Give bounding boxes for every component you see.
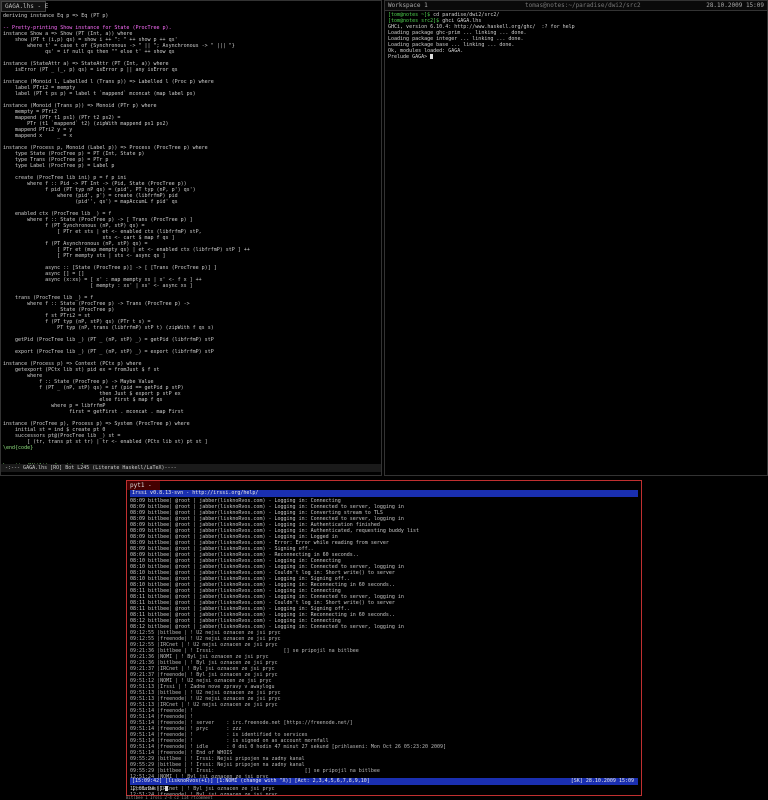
irssi-title[interactable]: pyt1 - <box>127 481 160 490</box>
terminal-output[interactable]: [tom@notes ~]$ cd paradise/dwi2/src2/[to… <box>388 12 764 60</box>
terminal-text: Prelude GAGA> <box>388 54 431 60</box>
code-editor[interactable]: deriving instance Eq p => Eq (PT p) -- P… <box>3 13 379 469</box>
workspace-label[interactable]: Workspace 1 <box>388 2 428 9</box>
terminal-cursor <box>430 54 434 59</box>
emacs-title[interactable]: GAGA.lhs - E <box>1 1 48 12</box>
terminal-line: Prelude GAGA> <box>388 54 764 60</box>
statusbar-right: [SK] 28.10.2009 15:09 <box>570 778 634 784</box>
code-line: \begin{code} <box>3 475 379 476</box>
clock: 28.10.2009 15:09 <box>706 2 764 9</box>
input-prompt: [(status)] <box>132 786 166 792</box>
cursor <box>165 786 169 791</box>
terminal-window[interactable]: Workspace 1 tomas@notes:~/paradise/dwi2/… <box>384 0 768 476</box>
emacs-modeline: -:--- GAGA.lhs [RO] Bot L245 (Literate H… <box>1 464 381 472</box>
irssi-log[interactable]: 08:09 bitlbee| @root | jabber(lisknoRvos… <box>130 498 638 795</box>
statusbar-left: [15:09:42] [lisknoRvos(+i)] [1:NOMI (cha… <box>132 778 370 784</box>
window-list[interactable]: Bitlbee 1 Irssi 2-4 cz 114 rtcomment <box>126 796 213 800</box>
irssi-input[interactable]: [(status)] <box>130 786 638 793</box>
emacs-window[interactable]: GAGA.lhs - E deriving instance Eq p => E… <box>0 0 382 476</box>
workspace-bar: Workspace 1 tomas@notes:~/paradise/dwi2/… <box>385 1 767 11</box>
code-buffer[interactable]: deriving instance Eq p => Eq (PT p) -- P… <box>3 13 379 476</box>
irssi-statusbar: [15:09:42] [lisknoRvos(+i)] [1:NOMI (cha… <box>130 778 638 785</box>
irssi-window[interactable]: pyt1 - Irssi v0.8.13-svn - http://irssi.… <box>126 480 642 796</box>
irssi-topic: Irssi v0.8.13-svn - http://irssi.org/hel… <box>130 490 638 497</box>
terminal-host: tomas@notes:~/paradise/dwi2/src2 <box>525 2 641 9</box>
